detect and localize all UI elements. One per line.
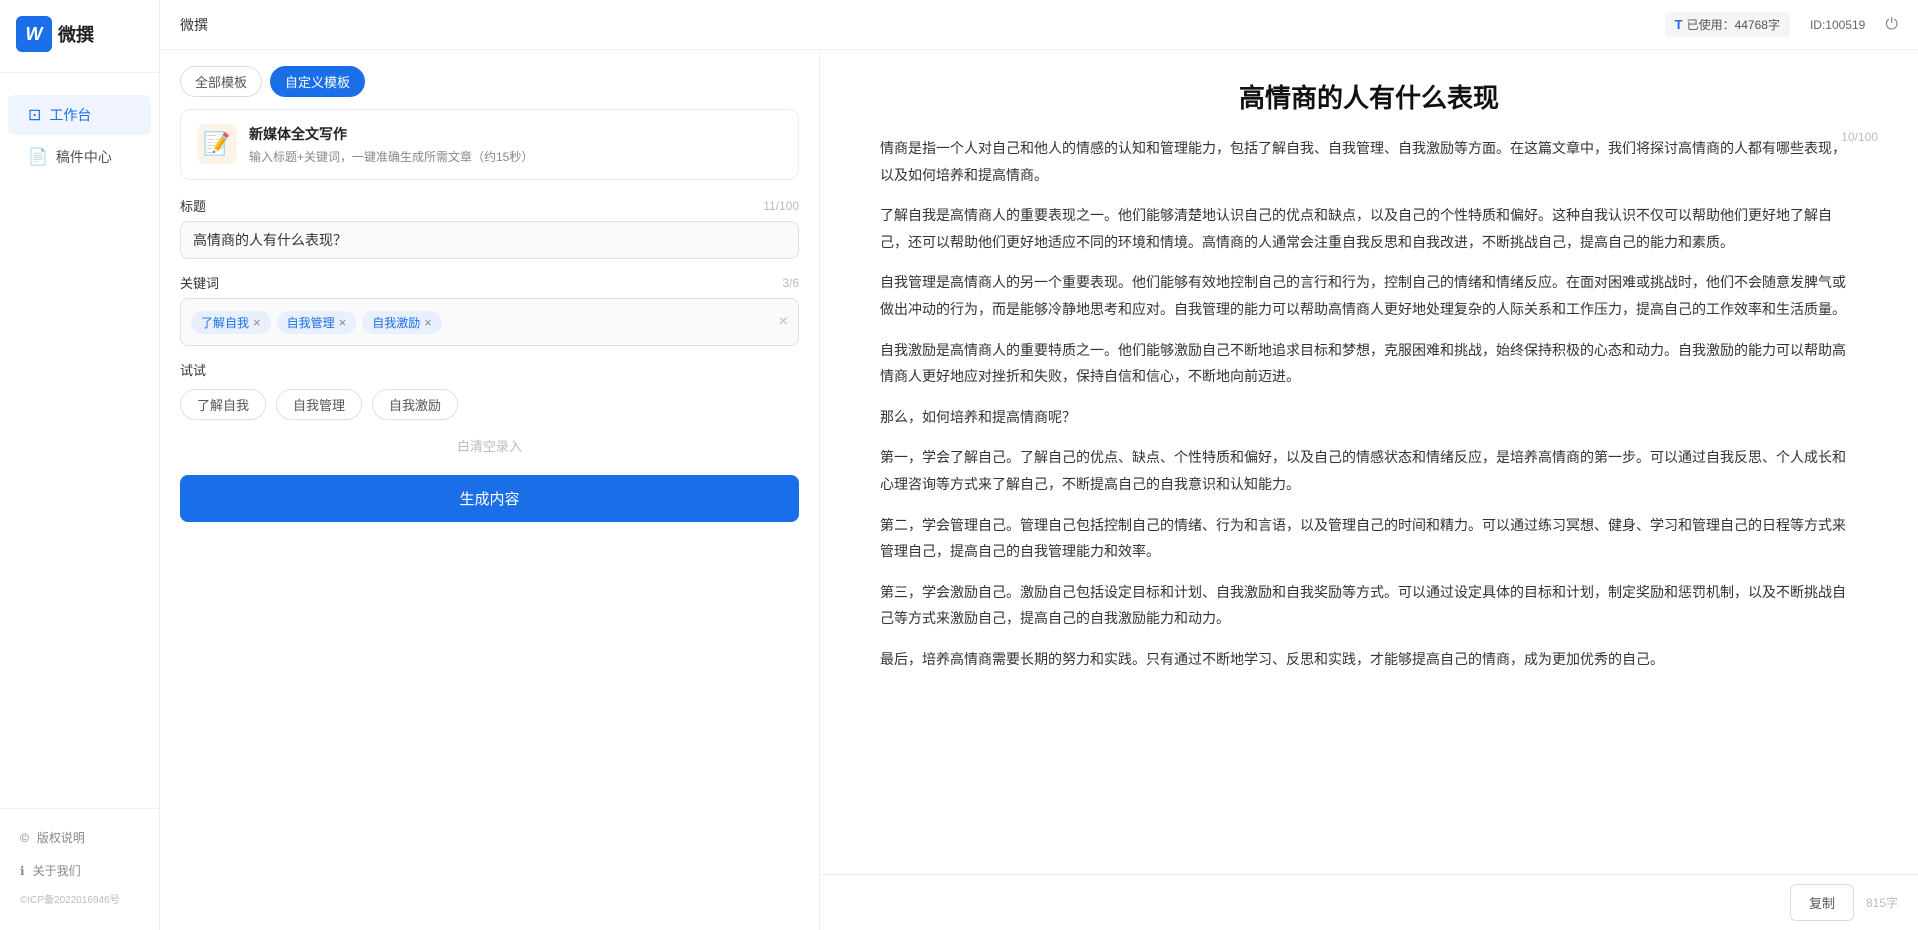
clear-input-button[interactable]: 白清空录入 <box>160 436 819 455</box>
article-paragraph-9: 最后，培养高情商需要长期的努力和实践。只有通过不断地学习、反思和实践，才能够提高… <box>880 646 1858 673</box>
main-area: 微撰 T 已使用：44768字 ID:100519 ⏻ ◀ 全部模板 自定义模板… <box>160 0 1918 930</box>
keyword-tag-1: 了解自我 × <box>191 311 271 334</box>
keyword-label: 关键词 <box>180 273 219 292</box>
article-paragraph-5: 那么，如何培养和提高情商呢？ <box>880 404 1858 431</box>
usage-badge: T 已使用：44768字 <box>1665 12 1790 37</box>
about-label: 关于我们 <box>33 862 81 879</box>
usage-label: 已使用：44768字 <box>1687 16 1780 33</box>
copyright-label: 版权说明 <box>37 829 85 846</box>
keyword-input-box[interactable]: 了解自我 × 自我管理 × 自我激励 × × <box>180 298 799 346</box>
article-body: 情商是指一个人对自己和他人的情感的认知和管理能力，包括了解自我、自我管理、自我激… <box>820 125 1918 930</box>
title-input[interactable] <box>180 221 799 259</box>
sidebar-item-workspace-label: 工作台 <box>49 105 91 125</box>
word-count: 815字 <box>1866 894 1898 911</box>
copyright-icon: © <box>20 831 29 845</box>
sidebar-footer: © 版权说明 ℹ 关于我们 ©ICP备2022016946号 <box>0 808 159 930</box>
topbar: 微撰 T 已使用：44768字 ID:100519 ⏻ <box>160 0 1918 50</box>
article-paragraph-3: 自我管理是高情商人的另一个重要表现。他们能够有效地控制自己的言行和行为，控制自己… <box>880 269 1858 322</box>
tab-all-templates[interactable]: 全部模板 <box>180 66 262 97</box>
article-paragraph-2: 了解自我是高情商人的重要表现之一。他们能够清楚地认识自己的优点和缺点，以及自己的… <box>880 202 1858 255</box>
template-tabs: 全部模板 自定义模板 <box>160 50 819 109</box>
article-footer: 复制 815字 <box>820 874 1918 930</box>
keyword-tag-1-text: 了解自我 <box>201 314 249 331</box>
title-label: 标题 <box>180 196 206 215</box>
about-item[interactable]: ℹ 关于我们 <box>0 854 159 887</box>
keyword-tag-3-text: 自我激励 <box>372 314 420 331</box>
article-paragraph-8: 第三，学会激励自己。激励自己包括设定目标和计划、自我激励和自我奖励等方式。可以通… <box>880 579 1858 632</box>
font-icon: T <box>1675 17 1683 32</box>
article-paragraph-4: 自我激励是高情商人的重要特质之一。他们能够激励自己不断地追求目标和梦想，克服困难… <box>880 337 1858 390</box>
suggest-tag-1[interactable]: 了解自我 <box>180 389 266 420</box>
article-paragraph-1: 情商是指一个人对自己和他人的情感的认知和管理能力，包括了解自我、自我管理、自我激… <box>880 135 1858 188</box>
keyword-clear-button[interactable]: × <box>779 313 788 331</box>
tab-custom-templates[interactable]: 自定义模板 <box>270 66 365 97</box>
workspace-icon: ⊡ <box>28 105 41 125</box>
copyright-item[interactable]: © 版权说明 <box>0 821 159 854</box>
generate-button[interactable]: 生成内容 <box>180 475 799 522</box>
keyword-tag-3-remove[interactable]: × <box>424 315 432 330</box>
left-panel: ◀ 全部模板 自定义模板 📝 新媒体全文写作 输入标题+关键词，一键准确生成所需… <box>160 50 820 930</box>
logo: W 微撰 <box>0 0 159 73</box>
keyword-tag-2-text: 自我管理 <box>287 314 335 331</box>
template-card-title: 新媒体全文写作 <box>249 124 782 144</box>
right-panel: 高情商的人有什么表现 10/100 情商是指一个人对自己和他人的情感的认知和管理… <box>820 50 1918 930</box>
template-card-info: 新媒体全文写作 输入标题+关键词，一键准确生成所需文章（约15秒） <box>249 124 782 165</box>
article-paragraph-6: 第一，学会了解自己。了解自己的优点、缺点、个性特质和偏好，以及自己的情感状态和情… <box>880 444 1858 497</box>
topbar-right: T 已使用：44768字 ID:100519 ⏻ <box>1665 12 1898 37</box>
title-section: 标题 11/100 <box>160 196 819 259</box>
suggest-tag-3[interactable]: 自我激励 <box>372 389 458 420</box>
suggest-label: 试试 <box>180 360 799 379</box>
icp-text: ©ICP备2022016946号 <box>0 887 159 910</box>
about-icon: ℹ <box>20 864 25 878</box>
logo-w-icon: W <box>16 16 52 52</box>
drafts-icon: 📄 <box>28 147 48 167</box>
power-icon[interactable]: ⏻ <box>1885 16 1898 34</box>
copy-button[interactable]: 复制 <box>1790 884 1854 921</box>
topbar-title: 微撰 <box>180 15 208 35</box>
sidebar-item-workspace[interactable]: ⊡ 工作台 <box>8 95 151 135</box>
template-card-icon: 📝 <box>197 124 237 164</box>
sidebar-item-drafts[interactable]: 📄 稿件中心 <box>8 137 151 177</box>
article-title: 高情商的人有什么表现 <box>900 78 1838 115</box>
keyword-label-row: 关键词 3/6 <box>180 273 799 292</box>
suggest-section: 试试 了解自我 自我管理 自我激励 <box>160 346 819 420</box>
sidebar-nav: ⊡ 工作台 📄 稿件中心 <box>0 73 159 808</box>
keyword-section: 关键词 3/6 了解自我 × 自我管理 × 自我激励 × <box>160 259 819 346</box>
content-area: ◀ 全部模板 自定义模板 📝 新媒体全文写作 输入标题+关键词，一键准确生成所需… <box>160 50 1918 930</box>
keyword-tag-1-remove[interactable]: × <box>253 315 261 330</box>
keyword-tag-2: 自我管理 × <box>277 311 357 334</box>
suggest-tags: 了解自我 自我管理 自我激励 <box>180 389 799 420</box>
id-badge: ID:100519 <box>1810 18 1865 32</box>
template-card-desc: 输入标题+关键词，一键准确生成所需文章（约15秒） <box>249 148 782 165</box>
keyword-tag-3: 自我激励 × <box>362 311 442 334</box>
title-label-row: 标题 11/100 <box>180 196 799 215</box>
keyword-counter: 3/6 <box>782 276 799 290</box>
template-card[interactable]: 📝 新媒体全文写作 输入标题+关键词，一键准确生成所需文章（约15秒） <box>180 109 799 180</box>
sidebar-item-drafts-label: 稿件中心 <box>56 147 112 167</box>
article-counter: 10/100 <box>1841 130 1878 144</box>
title-counter: 11/100 <box>763 199 799 213</box>
keyword-tag-2-remove[interactable]: × <box>339 315 347 330</box>
article-header: 高情商的人有什么表现 <box>820 50 1918 125</box>
brand-name: 微撰 <box>58 21 94 47</box>
article-paragraph-7: 第二，学会管理自己。管理自己包括控制自己的情绪、行为和言语，以及管理自己的时间和… <box>880 512 1858 565</box>
suggest-tag-2[interactable]: 自我管理 <box>276 389 362 420</box>
sidebar: W 微撰 ⊡ 工作台 📄 稿件中心 © 版权说明 ℹ 关于我们 ©ICP备202… <box>0 0 160 930</box>
